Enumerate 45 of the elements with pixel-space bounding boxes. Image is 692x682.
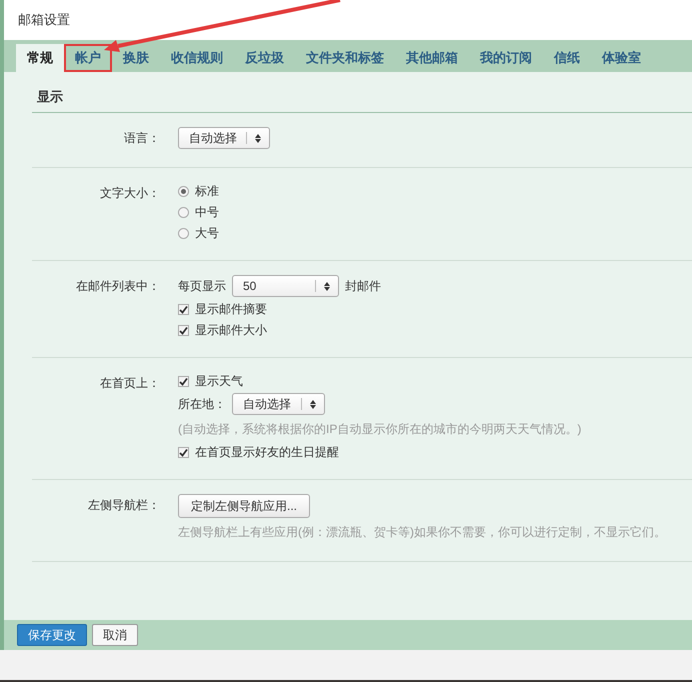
select-label: 所在地： xyxy=(178,396,226,412)
checkbox[interactable] xyxy=(178,446,189,458)
setting-label: 语言： xyxy=(124,131,160,145)
checkbox-label: 显示邮件大小 xyxy=(195,322,267,338)
checkbox-label: 在首页显示好友的生日提醒 xyxy=(195,444,339,460)
tab[interactable]: 文件夹和标签 xyxy=(295,44,395,72)
select-label: 每页显示 xyxy=(178,278,226,294)
tab[interactable]: 体验室 xyxy=(591,44,652,72)
radio-label: 中号 xyxy=(195,204,219,220)
radio-button[interactable] xyxy=(178,186,189,196)
setting-label: 在邮件列表中： xyxy=(76,279,160,293)
dropdown[interactable]: 自动选择 xyxy=(232,393,325,415)
tab[interactable]: 常规 xyxy=(16,44,64,72)
tab[interactable]: 收信规则 xyxy=(160,44,234,72)
tab[interactable]: 我的订阅 xyxy=(469,44,543,72)
setting-label: 在首页上： xyxy=(100,376,160,390)
checkbox-label: 显示天气 xyxy=(195,372,243,390)
dropdown[interactable]: 50 xyxy=(232,275,339,297)
save-button[interactable]: 保存更改 xyxy=(17,624,87,646)
up-down-arrows-icon xyxy=(255,134,261,142)
tab[interactable]: 帐户 xyxy=(64,44,112,72)
window-title: 邮箱设置 xyxy=(18,11,70,29)
customize-button[interactable]: 定制左侧导航应用... xyxy=(178,494,310,518)
up-down-arrows-icon xyxy=(324,282,330,290)
checkbox[interactable] xyxy=(178,324,189,336)
hint-text: 左侧导航栏上有些应用(例：漂流瓶、贺卡等)如果你不需要，你可以进行定制，不显示它们。 xyxy=(178,524,666,541)
setting-label: 左侧导航栏： xyxy=(88,498,160,512)
tab[interactable]: 其他邮箱 xyxy=(395,44,469,72)
setting-label: 文字大小： xyxy=(100,186,160,200)
checkbox[interactable] xyxy=(178,304,189,314)
cancel-button[interactable]: 取消 xyxy=(92,624,138,646)
dropdown[interactable]: 自动选择 xyxy=(178,127,270,149)
radio-button[interactable] xyxy=(178,228,189,238)
hint-text: (自动选择，系统将根据你的IP自动显示你所在的城市的今明两天天气情况。) xyxy=(178,421,582,438)
checkbox[interactable] xyxy=(178,376,189,386)
checkbox-label: 显示邮件摘要 xyxy=(195,300,267,318)
radio-label: 大号 xyxy=(195,224,219,242)
radio-label: 标准 xyxy=(195,182,219,200)
tab[interactable]: 反垃圾 xyxy=(234,44,295,72)
section-title: 显示 xyxy=(32,72,692,113)
radio-button[interactable] xyxy=(178,206,189,218)
select-suffix: 封邮件 xyxy=(345,278,381,294)
tab[interactable]: 换肤 xyxy=(112,44,160,72)
tab[interactable]: 信纸 xyxy=(543,44,591,72)
up-down-arrows-icon xyxy=(310,400,316,408)
